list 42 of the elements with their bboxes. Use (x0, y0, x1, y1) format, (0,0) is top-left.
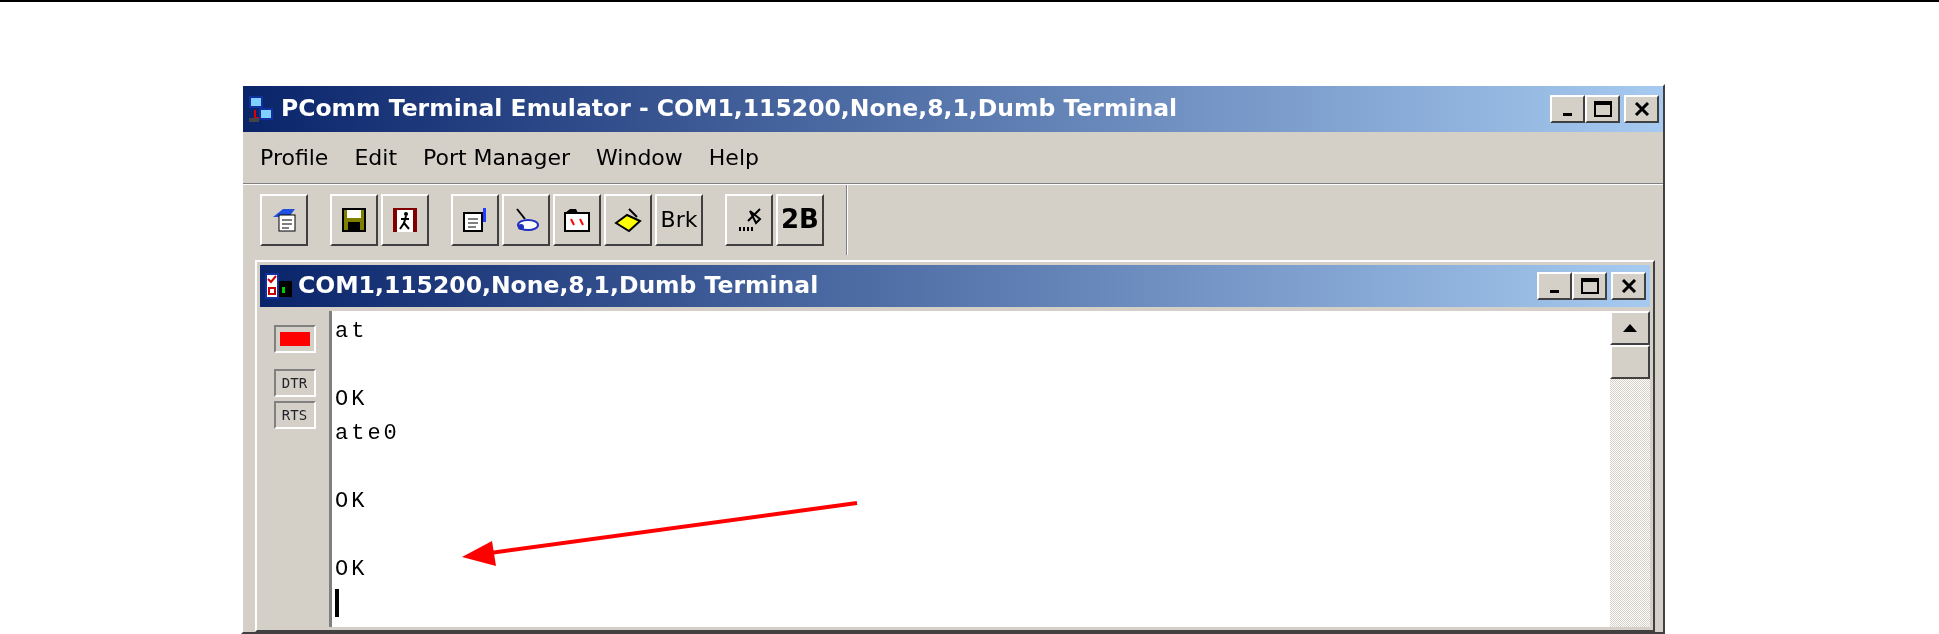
toolbar-button[interactable] (260, 193, 308, 246)
signal-indicator: RTS (273, 401, 316, 429)
menu-item[interactable]: Port Manager (410, 141, 584, 174)
terminal-line: OK (335, 386, 368, 414)
toolbar-button[interactable] (381, 193, 429, 246)
up-arrow-icon (1622, 323, 1638, 333)
terminal-icon (264, 271, 294, 301)
minimize-icon (1563, 113, 1572, 116)
minimize-button[interactable] (1550, 95, 1585, 123)
maximize-icon (1580, 278, 1599, 294)
menu-item[interactable]: Window (583, 141, 696, 174)
close-button[interactable] (1624, 95, 1659, 123)
toolbar-button[interactable] (604, 193, 652, 246)
terminal-line: at (335, 318, 368, 346)
window-title: COM1,115200,None,8,1,Dumb Terminal (298, 270, 819, 302)
toolbar-button[interactable]: 2B (776, 193, 824, 246)
close-icon (1633, 102, 1650, 116)
terminal-line: OK (335, 556, 368, 584)
signal-indicator: DTR (273, 369, 316, 397)
menu-item[interactable]: Help (695, 141, 772, 174)
minimize-button[interactable] (1537, 272, 1572, 300)
toolbar-button[interactable] (553, 193, 601, 246)
menu-item[interactable]: Edit (341, 141, 410, 174)
window-title: PComm Terminal Emulator - COM1,115200,None,8,1,Dumb Terminal (281, 93, 1178, 125)
terminal-line: OK (335, 488, 368, 516)
maximize-button[interactable] (1585, 95, 1620, 123)
scroll-up-button[interactable] (1610, 311, 1650, 345)
toolbar-button[interactable]: Brk (655, 193, 703, 246)
toolbar-button[interactable] (502, 193, 550, 246)
toolbar-button[interactable] (451, 193, 499, 246)
terminal-line: ate0 (335, 420, 400, 448)
close-icon (1620, 279, 1637, 293)
menu-item[interactable]: Profile (247, 141, 342, 174)
maximize-icon (1593, 101, 1612, 117)
toolbar-button[interactable] (330, 193, 378, 246)
scroll-thumb[interactable] (1610, 345, 1650, 379)
text-cursor (335, 589, 339, 617)
maximize-button[interactable] (1572, 272, 1607, 300)
scrollbar[interactable] (1610, 311, 1650, 627)
close-button[interactable] (1611, 272, 1646, 300)
minimize-icon (1550, 290, 1559, 293)
toolbar-button[interactable] (725, 193, 773, 246)
